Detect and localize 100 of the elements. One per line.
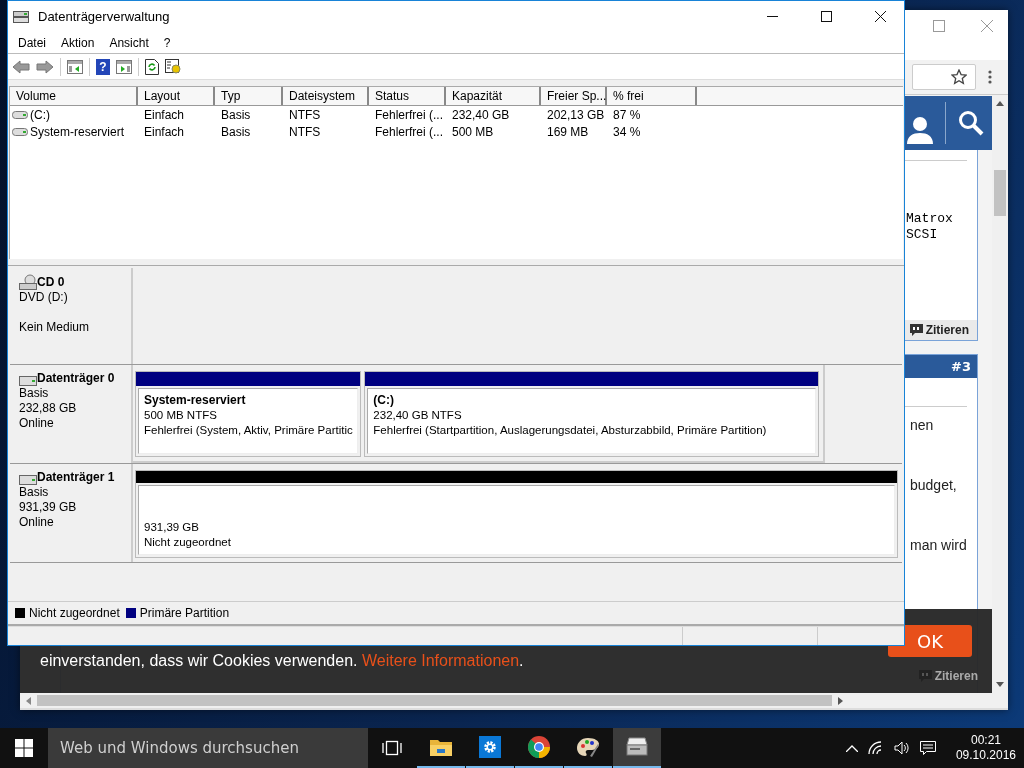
- column-header[interactable]: Typ: [215, 87, 283, 105]
- legend-label: Primäre Partition: [139, 606, 230, 620]
- disk-drive-icon: [19, 475, 37, 485]
- table-cell: 500 MB: [452, 124, 494, 139]
- partition-name: (C:): [373, 393, 395, 408]
- partition-status: Nicht zugeordnet: [144, 535, 232, 550]
- partition-status: Fehlerfrei (System, Aktiv, Primäre Partitic: [144, 423, 354, 438]
- search-field[interactable]: Web und Windows durchsuchen: [48, 728, 368, 768]
- quote-icon: [918, 670, 932, 682]
- refresh-icon[interactable]: [145, 58, 159, 75]
- scroll-up-icon[interactable]: [996, 101, 1004, 106]
- search-icon[interactable]: [958, 110, 984, 136]
- user-icon[interactable]: [907, 116, 933, 144]
- disk-drive-icon: [13, 9, 29, 24]
- clock[interactable]: 00:21 09.10.2016: [955, 733, 1016, 763]
- action-pane-icon[interactable]: [116, 59, 132, 74]
- table-cell: Einfach: [144, 124, 185, 139]
- disk-name: Datenträger 0: [37, 371, 115, 386]
- disk-type: Basis: [19, 386, 50, 401]
- table-cell: NTFS: [289, 124, 321, 139]
- window-title: Datenträgerverwaltung: [38, 9, 171, 24]
- partition-status: Fehlerfrei (Startpartition, Auslagerungsdatei, Absturzabbild, Primäre Partition): [373, 423, 768, 438]
- column-header[interactable]: Dateisystem: [283, 87, 369, 105]
- column-header[interactable]: % frei: [607, 87, 697, 105]
- forward-arrow-icon[interactable]: [36, 59, 54, 74]
- disk-type: Basis: [19, 485, 50, 500]
- post-text: SCSI: [906, 227, 939, 243]
- column-header[interactable]: Freier Sp...: [541, 87, 607, 105]
- scrollbar-thumb[interactable]: [994, 170, 1006, 216]
- menu-item[interactable]: ?: [163, 35, 171, 50]
- scroll-down-icon[interactable]: [996, 682, 1004, 687]
- properties-icon[interactable]: [165, 59, 181, 74]
- table-cell: Einfach: [144, 107, 185, 122]
- disk-type: DVD (D:): [19, 290, 69, 305]
- table-cell: 202,13 GB: [547, 107, 605, 122]
- table-cell: Basis: [221, 124, 251, 139]
- column-header[interactable]: Layout: [138, 87, 215, 105]
- maximize-icon[interactable]: [821, 11, 832, 22]
- time-text: 00:21: [970, 733, 1001, 748]
- menu-icon[interactable]: [988, 70, 992, 84]
- post-text: Matrox: [906, 211, 954, 227]
- wifi-icon[interactable]: [867, 741, 884, 755]
- disk-label-panel[interactable]: Datenträger 0 Basis 232,88 GB Online: [10, 365, 133, 463]
- disk-status: Kein Medium: [19, 320, 91, 335]
- disk-label-panel[interactable]: CD 0 DVD (D:) Kein Medium: [10, 268, 133, 364]
- star-icon[interactable]: [951, 69, 967, 85]
- notification-icon[interactable]: [919, 740, 936, 756]
- partition[interactable]: System-reserviert 500 MB NTFS Fehlerfrei (System, Aktiv, Primäre Partitic: [135, 371, 362, 457]
- disk-size: 931,39 GB: [19, 500, 78, 515]
- disk-size: 232,88 GB: [19, 401, 78, 416]
- menu-item[interactable]: Datei: [18, 35, 46, 50]
- partition-size: 232,40 GB NTFS: [373, 408, 463, 423]
- disk-status: Online: [19, 416, 55, 431]
- table-cell: Fehlerfrei (...: [375, 107, 443, 122]
- folder-icon: [430, 738, 452, 756]
- close-icon[interactable]: [875, 11, 886, 22]
- console-tree-icon[interactable]: [67, 59, 83, 74]
- scroll-right-icon[interactable]: [838, 696, 843, 705]
- table-cell: 34 %: [613, 124, 641, 139]
- table-cell: NTFS: [289, 107, 321, 122]
- drive-icon: [12, 127, 28, 136]
- cookie-text: einverstanden, dass wir Cookies verwenden. Weitere Informationen.: [40, 652, 524, 670]
- palette-icon: [576, 736, 600, 758]
- partition[interactable]: 931,39 GB Nicht zugeordnet: [135, 470, 898, 558]
- table-cell: Basis: [221, 107, 251, 122]
- back-arrow-icon[interactable]: [12, 59, 30, 74]
- post-text: nen: [910, 416, 935, 435]
- partition[interactable]: (C:) 232,40 GB NTFS Fehlerfrei (Startpartition, Auslagerungsdatei, Absturzabbild, Primäre Partition): [364, 371, 819, 457]
- caret-up-icon[interactable]: [845, 744, 858, 752]
- quote-button[interactable]: Zitieren: [909, 320, 977, 340]
- drive-icon: [12, 110, 28, 119]
- quote-icon: [909, 324, 923, 336]
- date-text: 09.10.2016: [955, 748, 1016, 763]
- partition-size: 500 MB NTFS: [144, 408, 218, 423]
- disk-drive-icon: [626, 737, 648, 757]
- info-link[interactable]: Weitere Informationen: [361, 652, 520, 669]
- speaker-icon[interactable]: [893, 741, 910, 755]
- help-icon[interactable]: ?: [96, 58, 110, 75]
- menu-item[interactable]: Aktion: [61, 35, 95, 50]
- address-field[interactable]: [912, 64, 976, 90]
- table-cell: 232,40 GB: [452, 107, 510, 122]
- partition-name: System-reserviert: [144, 393, 247, 408]
- column-header[interactable]: Volume: [10, 87, 138, 105]
- partition-size: 931,39 GB: [144, 520, 200, 535]
- windows-logo-icon[interactable]: [15, 739, 33, 757]
- quote-button[interactable]: Zitieren: [918, 669, 986, 683]
- legend-label: Nicht zugeordnet: [29, 606, 120, 620]
- table-cell: (C:): [30, 107, 50, 122]
- scrollbar-thumb[interactable]: [37, 695, 832, 706]
- disk-name: CD 0: [37, 275, 65, 290]
- column-header[interactable]: Kapazität: [446, 87, 541, 105]
- horizontal-scrollbar[interactable]: [20, 693, 1008, 710]
- disk-label-panel[interactable]: Datenträger 1 Basis 931,39 GB Online: [10, 464, 133, 562]
- taskbar-button[interactable]: [613, 728, 661, 768]
- table-cell: System-reserviert: [30, 124, 124, 139]
- column-header[interactable]: Status: [369, 87, 446, 105]
- scroll-left-icon[interactable]: [26, 696, 31, 705]
- table-cell: 169 MB: [547, 124, 589, 139]
- menu-item[interactable]: Ansicht: [109, 35, 149, 50]
- disk-status: Online: [19, 515, 55, 530]
